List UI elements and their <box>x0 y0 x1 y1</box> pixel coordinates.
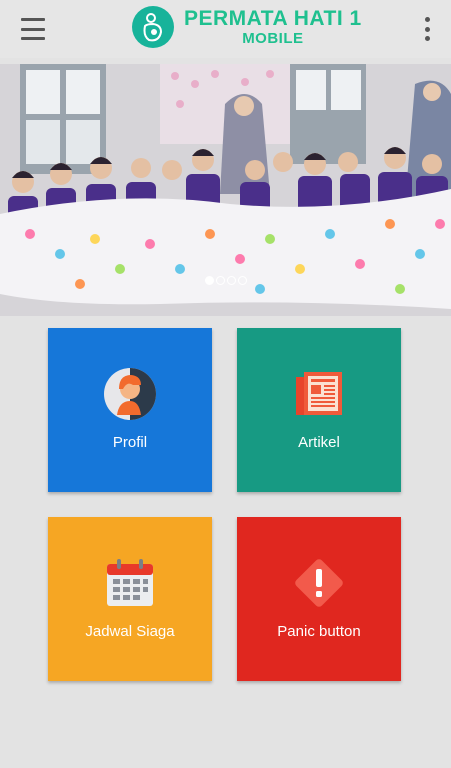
profile-person-icon <box>102 366 158 422</box>
newspaper-icon <box>291 366 347 422</box>
hamburger-menu-icon[interactable] <box>18 16 48 42</box>
carousel-dot[interactable] <box>237 276 247 285</box>
app-title: PERMATA HATI 1 <box>184 7 362 30</box>
jadwal-siaga-tile[interactable]: Jadwal Siaga <box>48 517 212 681</box>
carousel-dot[interactable] <box>215 276 225 285</box>
tile-label: Artikel <box>298 434 340 451</box>
banner-carousel[interactable] <box>0 64 451 316</box>
calendar-icon <box>102 555 158 611</box>
carousel-dot[interactable] <box>204 276 214 285</box>
carousel-dot[interactable] <box>226 276 236 285</box>
tile-label: Profil <box>112 434 148 451</box>
artikel-tile[interactable]: Artikel <box>237 328 401 492</box>
profil-tile[interactable]: Profil <box>48 328 212 492</box>
warning-diamond-icon <box>291 555 347 611</box>
more-vert-icon[interactable] <box>423 17 431 41</box>
mother-baby-logo-icon <box>132 6 174 48</box>
carousel-indicator <box>0 276 451 285</box>
tile-label: Panic button <box>277 623 361 640</box>
app-logo: PERMATA HATI 1 MOBILE <box>132 6 362 48</box>
tile-label: Jadwal Siaga <box>85 623 175 640</box>
app-bar: PERMATA HATI 1 MOBILE <box>0 0 451 58</box>
panic-button-tile[interactable]: Panic button <box>237 517 401 681</box>
app-subtitle: MOBILE <box>242 30 304 47</box>
